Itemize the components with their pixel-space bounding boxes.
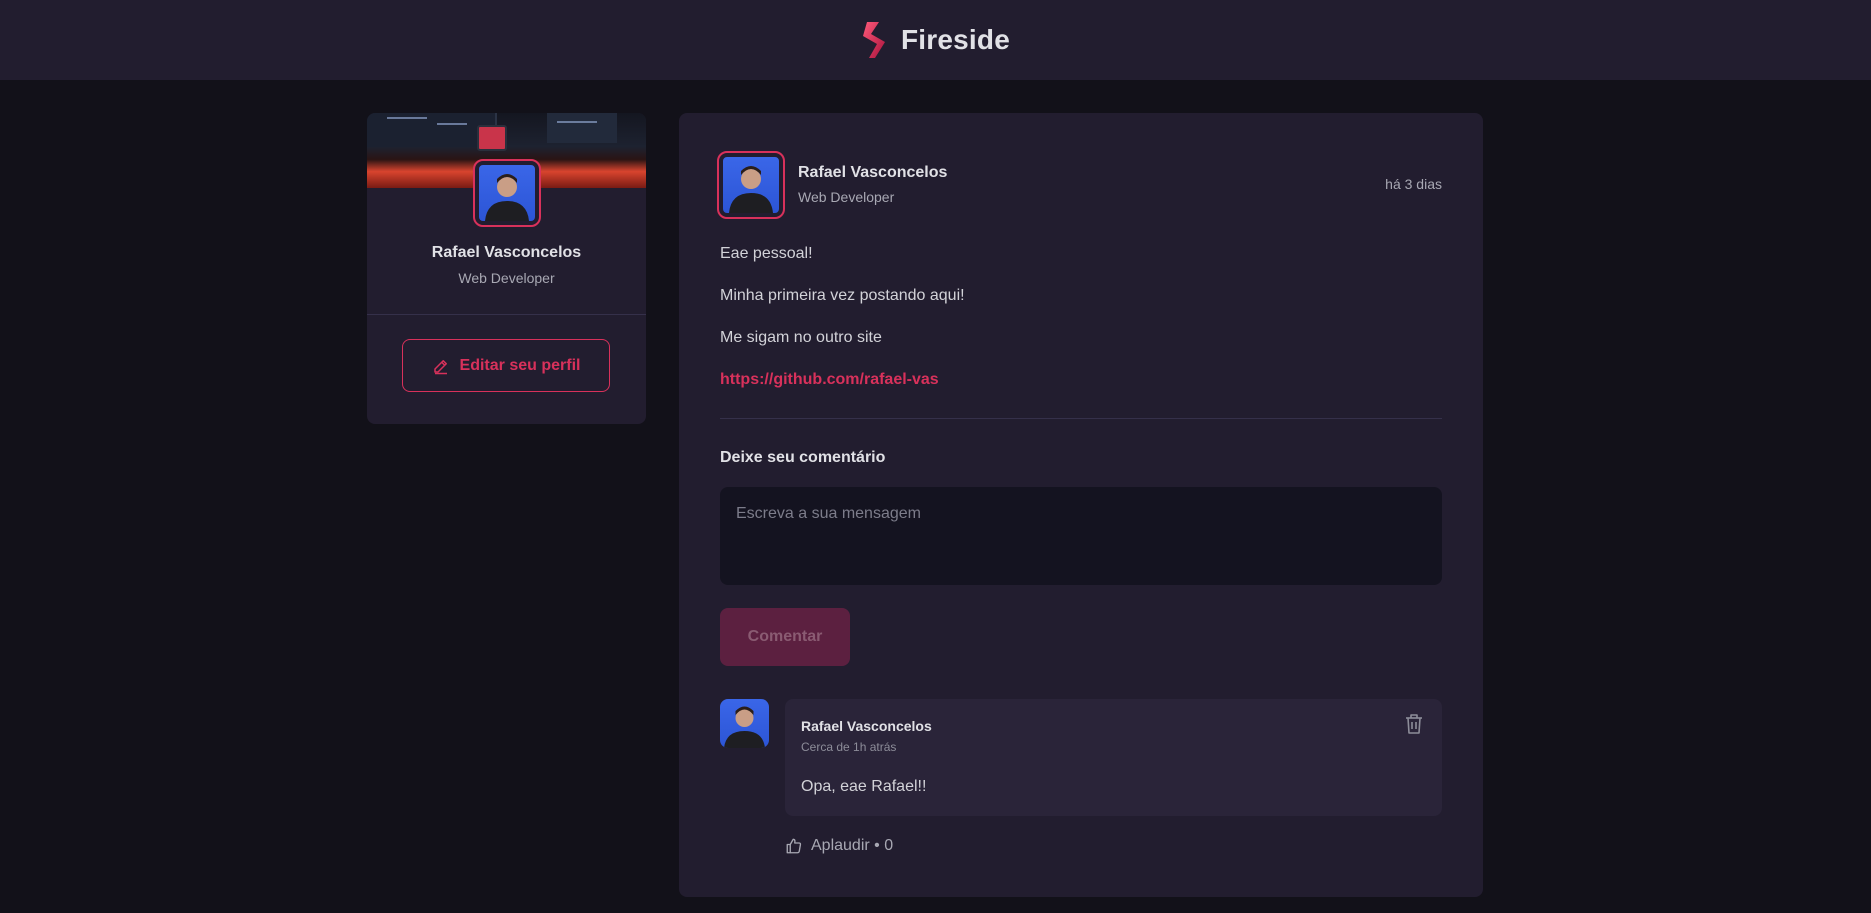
comment-box: Rafael Vasconcelos Cerca de 1h atrás Opa… bbox=[785, 699, 1442, 816]
post-author-avatar[interactable] bbox=[717, 151, 785, 219]
delete-comment-button[interactable] bbox=[1402, 712, 1426, 736]
applaud-button[interactable]: Aplaudir • 0 bbox=[785, 834, 893, 858]
post-timestamp: há 3 dias bbox=[1385, 176, 1442, 192]
post-paragraph: Minha primeira vez postando aqui! bbox=[720, 287, 965, 304]
sidebar-avatar[interactable] bbox=[473, 159, 541, 227]
edit-profile-button[interactable]: Editar seu perfil bbox=[402, 339, 610, 392]
pencil-icon bbox=[433, 359, 447, 374]
sidebar-divider bbox=[367, 314, 646, 315]
applaud-label: Aplaudir • 0 bbox=[811, 837, 894, 854]
post-divider bbox=[720, 418, 1442, 419]
post-link[interactable]: https://github.com/rafael-vas bbox=[720, 371, 939, 388]
sidebar-user-role: Web Developer bbox=[458, 270, 555, 286]
submit-comment-button[interactable]: Comentar bbox=[720, 608, 850, 666]
thumbs-up-icon bbox=[786, 838, 802, 854]
post-card: Rafael Vasconcelos Web Developer há 3 di… bbox=[679, 113, 1483, 897]
profile-sidebar: Rafael Vasconcelos Web Developer Editar … bbox=[367, 113, 646, 424]
sidebar-user-name: Rafael Vasconcelos bbox=[431, 244, 582, 261]
trash-icon bbox=[1406, 714, 1422, 734]
post-content: Eae pessoal! Minha primeira vez postando… bbox=[720, 243, 1440, 411]
comment-form-heading: Deixe seu comentário bbox=[720, 449, 886, 466]
app-title: Fireside bbox=[901, 24, 1010, 55]
post-paragraph: Eae pessoal! bbox=[720, 245, 813, 262]
comment-author-name: Rafael Vasconcelos bbox=[801, 718, 932, 734]
comment-text: Opa, eae Rafael!! bbox=[801, 778, 927, 795]
app-header: Fireside bbox=[0, 0, 1871, 80]
fireside-logo-icon bbox=[863, 22, 885, 58]
comment-author-avatar[interactable] bbox=[720, 699, 769, 748]
post-author-name: Rafael Vasconcelos bbox=[798, 164, 948, 181]
comment-timestamp: Cerca de 1h atrás bbox=[801, 740, 897, 754]
comment-input[interactable] bbox=[720, 487, 1442, 585]
edit-profile-label: Editar seu perfil bbox=[459, 356, 581, 374]
post-author-role: Web Developer bbox=[798, 189, 895, 205]
post-paragraph: Me sigam no outro site bbox=[720, 329, 882, 346]
